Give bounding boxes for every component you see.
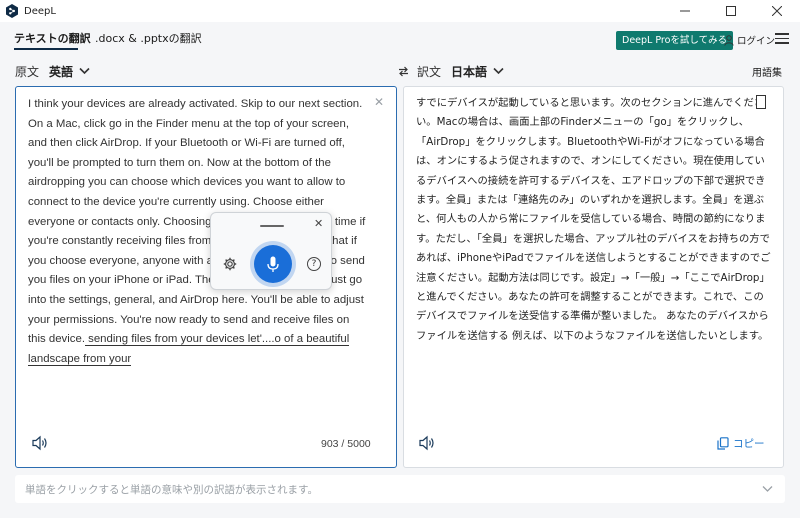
close-popup-icon[interactable]: ✕ [314,217,323,230]
hamburger-menu-icon[interactable] [775,33,789,45]
user-icon [724,34,734,46]
window-title: DeepL [24,5,56,17]
microphone-button[interactable] [254,245,292,283]
swap-languages-icon[interactable] [398,66,409,77]
target-label: 訳文 [417,64,442,79]
help-icon[interactable]: ? [307,257,321,271]
text-cursor-marker [756,95,766,109]
copy-button[interactable]: コピー [717,436,765,451]
active-tab-indicator [14,48,78,50]
speaker-icon[interactable] [31,435,49,451]
close-icon [772,6,782,16]
microphone-icon [267,256,279,272]
source-text-panel[interactable]: I think your devices are already activat… [15,86,397,468]
speaker-icon[interactable] [418,435,436,451]
gear-icon[interactable] [223,257,237,271]
maximize-button[interactable] [708,0,754,22]
glossary-button[interactable]: 用語集 [752,64,782,79]
minimize-icon [680,10,690,12]
clear-text-icon[interactable]: ✕ [374,95,384,109]
target-language-row: 訳文 日本語 [398,60,504,82]
copy-label: コピー [733,438,765,450]
source-label: 原文 [15,64,40,79]
login-button[interactable]: ログイン [724,33,775,47]
dictionary-hint-text: 単語をクリックすると単語の意味や別の訳語が表示されます。 [25,484,318,496]
chevron-down-icon[interactable] [493,67,504,75]
drag-handle[interactable] [260,225,284,227]
try-pro-button[interactable]: DeepL Proを試してみる [616,31,734,50]
login-label: ログイン [737,36,776,47]
source-language-select[interactable]: 英語 [49,63,73,80]
voice-typing-popup: ✕ ? [210,212,332,290]
source-language-row: 原文 英語 [15,60,90,82]
tab-bar: テキストの翻訳 .docx & .pptxの翻訳 DeepL Proを試してみる… [0,22,800,54]
tab-text-translation[interactable]: テキストの翻訳 [14,30,91,46]
maximize-icon [726,6,736,16]
translated-text[interactable]: すでにデバイスが起動していると思います。次のセクションに進んでください。Macの… [416,94,772,346]
close-window-button[interactable] [754,0,800,22]
copy-icon [717,437,729,450]
dictionary-hint-bar[interactable]: 単語をクリックすると単語の意味や別の訳語が表示されます。 [15,475,785,503]
title-bar: DeepL [0,0,800,22]
minimize-button[interactable] [662,0,708,22]
character-count: 903 / 5000 [321,438,371,450]
chevron-down-icon[interactable] [762,485,773,493]
tab-document-translation[interactable]: .docx & .pptxの翻訳 [95,30,202,46]
target-language-select[interactable]: 日本語 [451,63,487,80]
deepl-logo-icon [6,4,18,18]
target-text-panel: すでにデバイスが起動していると思います。次のセクションに進んでください。Macの… [403,86,784,468]
chevron-down-icon[interactable] [79,67,90,75]
